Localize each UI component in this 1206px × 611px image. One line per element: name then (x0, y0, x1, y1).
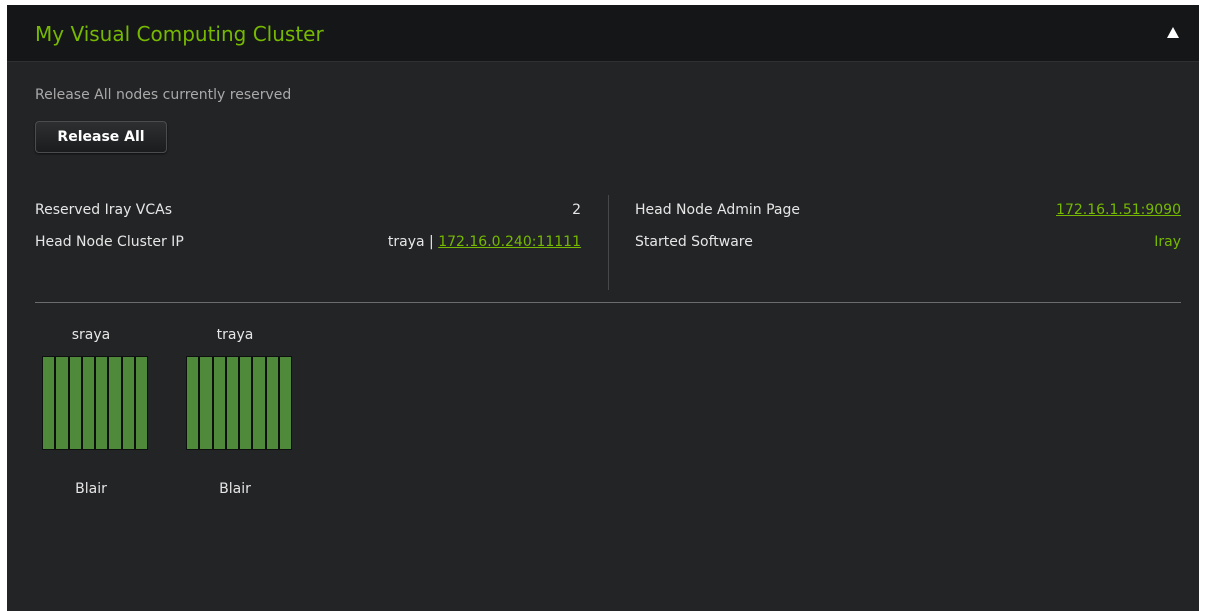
release-all-button[interactable]: Release All (35, 121, 167, 153)
cluster-ip-value: traya | 172.16.0.240:11111 (281, 234, 581, 250)
started-software-label: Started Software (635, 234, 753, 250)
section-divider (35, 302, 1181, 303)
panel-title: My Visual Computing Cluster (35, 22, 324, 46)
node-slot (135, 357, 147, 449)
admin-page-link[interactable]: 172.16.1.51:9090 (931, 202, 1181, 218)
column-divider (608, 195, 609, 290)
cluster-panel: My Visual Computing Cluster Release All … (7, 5, 1199, 611)
node-slot (109, 357, 123, 449)
node-slot (253, 357, 267, 449)
node-slot (122, 357, 136, 449)
triangle-up-icon[interactable] (1163, 23, 1183, 43)
node-slot (279, 357, 291, 449)
started-software-value: Iray (1154, 234, 1181, 250)
release-hint: Release All nodes currently reserved (35, 87, 292, 103)
reserved-vcas-value: 2 (572, 202, 581, 218)
node-slot (200, 357, 214, 449)
node-slot (43, 357, 57, 449)
node-slot (240, 357, 254, 449)
reserved-vcas-label: Reserved Iray VCAs (35, 202, 173, 218)
node-type: Blair (219, 481, 251, 497)
node-slot (187, 357, 201, 449)
node-slot (69, 357, 83, 449)
node-type: Blair (75, 481, 107, 497)
panel-header: My Visual Computing Cluster (7, 5, 1199, 62)
cluster-ip-link[interactable]: 172.16.0.240:11111 (438, 234, 581, 250)
node-slot (56, 357, 70, 449)
node-slot (213, 357, 227, 449)
node-slot (96, 357, 110, 449)
node-card-sraya[interactable]: sraya Blair (35, 327, 148, 502)
cluster-ip-label: Head Node Cluster IP (35, 234, 184, 250)
cluster-ip-separator: | (424, 234, 439, 250)
node-slots (186, 356, 292, 450)
node-name: traya (216, 327, 254, 343)
cluster-ip-host: traya (387, 234, 425, 250)
node-slot (266, 357, 280, 449)
node-slots (42, 356, 148, 450)
node-slot (82, 357, 96, 449)
admin-page-label: Head Node Admin Page (635, 202, 801, 218)
node-slot (226, 357, 240, 449)
node-card-traya[interactable]: traya Blair (179, 327, 292, 502)
node-name: sraya (71, 327, 111, 343)
